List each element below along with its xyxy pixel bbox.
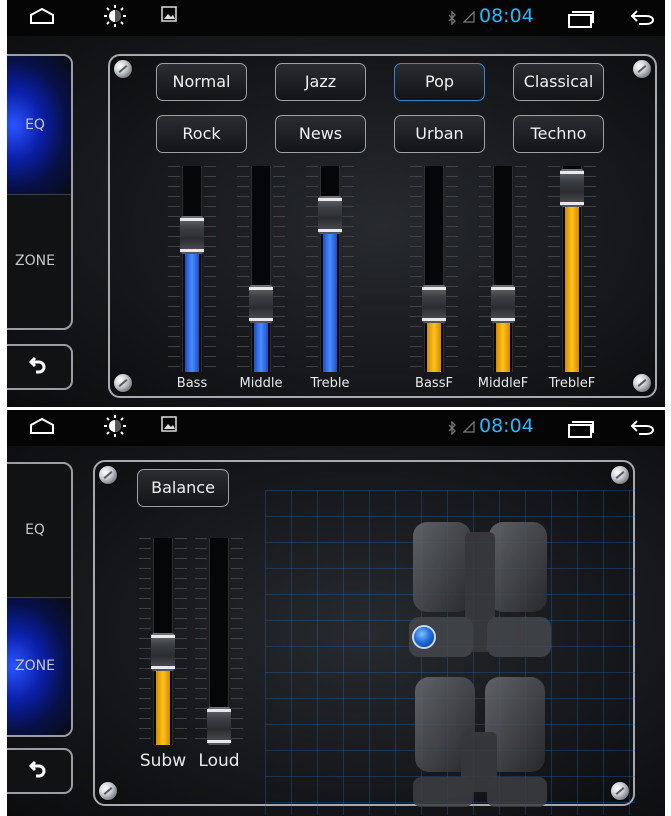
slider-fill [565,188,579,372]
slider-ticks [548,166,560,372]
bluetooth-icon [448,421,456,435]
slider-label: Subw [139,751,187,771]
clock: 08:04 [479,5,534,27]
car-seats-image [409,522,551,807]
recent-apps-icon[interactable] [567,420,595,438]
slider-middle[interactable] [237,166,285,372]
eq-screen: 08:04 EQ ZONE Normal Jazz Pop Classical … [7,0,665,407]
slider-knob[interactable] [422,285,446,324]
slider-ticks [195,538,207,745]
slider-fill [185,235,199,372]
recent-apps-icon[interactable] [567,10,595,28]
screw-icon [114,60,132,78]
preset-rock-button[interactable]: Rock [156,115,247,153]
clock: 08:04 [479,415,534,437]
back-button[interactable] [7,748,73,794]
back-button[interactable] [7,344,73,390]
sidebar-item-zone[interactable]: ZONE [7,598,71,735]
slider-knob[interactable] [151,632,175,671]
sidebar-item-eq[interactable]: EQ [7,56,71,194]
slider-loud[interactable] [195,538,243,745]
slider-knob[interactable] [318,196,342,235]
slider-ticks [410,166,422,372]
home-icon[interactable] [29,418,55,434]
sidebar: EQ ZONE [7,54,73,330]
slider-label: Bass [176,376,208,391]
slider-ticks [515,166,527,372]
home-icon[interactable] [29,8,55,24]
eq-panel: Normal Jazz Pop Classical Rock News Urba… [108,54,657,398]
slider-knob[interactable] [207,707,231,745]
slider-ticks [168,166,180,372]
slider-ticks [273,166,285,372]
undo-arrow-icon [29,760,46,778]
signal-icon [463,421,475,433]
slider-knob[interactable] [491,285,515,324]
slider-subw[interactable] [139,538,187,745]
image-icon [161,416,177,432]
slider-ticks [479,166,491,372]
status-bar: 08:04 [7,410,665,446]
sidebar-item-zone[interactable]: ZONE [7,195,71,328]
screw-icon [114,374,132,392]
slider-ticks [446,166,458,372]
slider-ticks [584,166,596,372]
slider-bassf[interactable] [410,166,458,372]
back-icon[interactable] [629,8,655,26]
brightness-icon[interactable] [104,5,126,27]
screw-icon [99,782,117,800]
zone-screen: 08:04 EQ ZONE Balance Subw Loud [7,410,665,816]
slider-ticks [231,538,243,745]
slider-label: Loud [198,751,240,771]
preset-normal-button[interactable]: Normal [156,63,247,101]
slider-middlef[interactable] [479,166,527,372]
preset-pop-button[interactable]: Pop [394,63,485,101]
slider-knob[interactable] [249,285,273,324]
slider-ticks [204,166,216,372]
slider-ticks [306,166,318,372]
slider-label: Treble [310,376,350,391]
slider-fill [323,215,337,372]
slider-label: Middle [239,376,283,391]
slider-knob[interactable] [560,169,584,208]
slider-label: TrebleF [548,376,596,391]
preset-news-button[interactable]: News [275,115,366,153]
slider-ticks [139,538,151,745]
bluetooth-icon [448,11,456,25]
balance-button[interactable]: Balance [137,469,229,507]
status-bar: 08:04 [7,0,665,36]
undo-arrow-icon [29,356,46,374]
screw-icon [633,60,651,78]
sidebar: EQ ZONE [7,462,73,737]
signal-icon [463,11,475,23]
preset-jazz-button[interactable]: Jazz [275,63,366,101]
screw-icon [99,466,117,484]
slider-ticks [342,166,354,372]
preset-urban-button[interactable]: Urban [394,115,485,153]
balance-position-handle[interactable] [412,625,436,649]
slider-bass[interactable] [168,166,216,372]
preset-techno-button[interactable]: Techno [513,115,604,153]
sidebar-item-eq[interactable]: EQ [7,464,71,597]
screw-icon [633,374,651,392]
zone-panel: Balance Subw Loud [93,460,635,815]
slider-ticks [175,538,187,745]
slider-treblef[interactable] [548,166,596,372]
slider-ticks [237,166,249,372]
slider-knob[interactable] [180,216,204,255]
image-icon [161,6,177,22]
back-icon[interactable] [629,418,655,436]
slider-treble[interactable] [306,166,354,372]
preset-classical-button[interactable]: Classical [513,63,604,101]
slider-label: BassF [415,376,453,391]
screw-icon [611,466,629,484]
brightness-icon[interactable] [104,415,126,437]
slider-label: MiddleF [477,376,529,391]
